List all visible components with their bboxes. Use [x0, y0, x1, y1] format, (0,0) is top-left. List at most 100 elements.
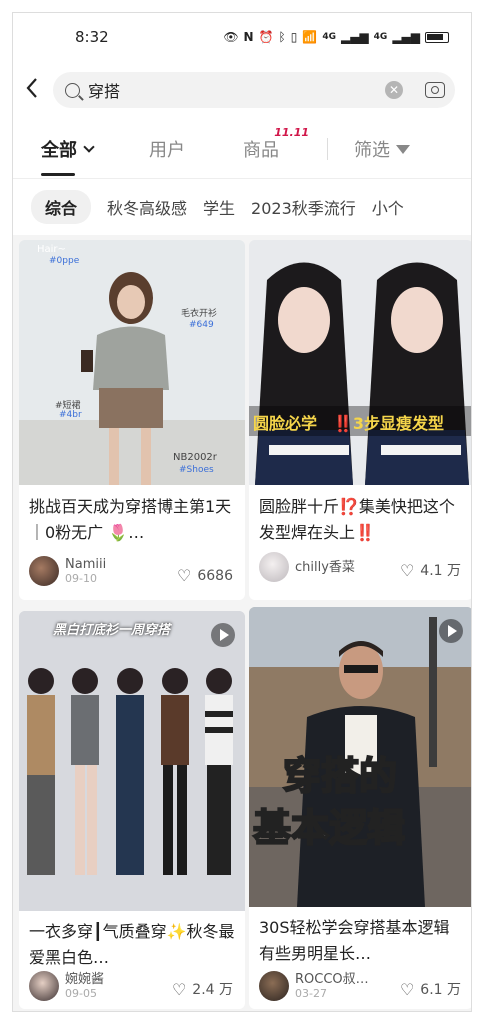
signal-bars-icon-2: ▂▄▆	[392, 30, 420, 44]
signal-icon-2: 4G	[373, 32, 388, 42]
heart-icon: ♡	[177, 566, 192, 585]
overlay-text: #649	[189, 320, 214, 330]
card-thumbnail: 穿搭的 基本逻辑	[249, 607, 471, 907]
chip-autumn-winter[interactable]: 秋冬高级感	[107, 195, 187, 219]
feed-card[interactable]: 穿搭的 基本逻辑 30S轻松学会穿搭基本逻辑 有些男明星长… ROCCO叔… 0…	[249, 607, 471, 1009]
card-title[interactable]: 30S轻松学会穿搭基本逻辑 有些男明星长…	[259, 915, 463, 967]
card-thumbnail: Hair~ #0ppe 毛衣开衫 #649 #短裙 #4br NB2002r #…	[19, 240, 245, 485]
outfit-photo	[19, 240, 245, 485]
card-author[interactable]: 婉婉酱 09-05	[29, 971, 104, 1001]
like-count-value: 6.1 万	[420, 982, 461, 998]
tabs-row: 全部 用户 商品 11.11 筛选	[13, 119, 471, 179]
signal-bars-icon: ▂▄▆	[340, 30, 369, 44]
wifi-icon: 📶	[302, 30, 318, 44]
search-row: 穿搭 ✕	[13, 61, 471, 119]
like-count[interactable]: ♡ 6686	[177, 566, 233, 585]
tab-goods[interactable]: 商品 11.11	[243, 126, 309, 162]
hairstyle-photo	[249, 240, 471, 485]
author-name: 婉婉酱	[65, 972, 105, 987]
author-name: chilly香菜	[295, 559, 355, 575]
chip-student[interactable]: 学生	[203, 195, 235, 219]
status-icons: 👁 N ⏰ ᛒ ▯ 📶 4G ▂▄▆ 4G ▂▄▆	[223, 30, 449, 44]
overlay-text: ‼️3步显瘦发型	[333, 414, 445, 433]
overlay-text: NB2002r	[173, 452, 217, 463]
author-name: ROCCO叔…	[295, 972, 369, 987]
status-time: 8:32	[75, 28, 109, 46]
tab-all-label: 全部	[41, 139, 77, 161]
heart-icon: ♡	[171, 979, 187, 999]
author-info: 婉婉酱 09-05	[65, 972, 104, 1000]
like-count[interactable]: ♡ 4.1 万	[400, 560, 461, 580]
card-thumbnail: 黑白打底衫一周穿搭	[19, 611, 245, 911]
camera-icon[interactable]	[425, 82, 445, 98]
like-count-value: 2.4 万	[192, 982, 233, 998]
back-button[interactable]	[25, 77, 53, 103]
outfit-photo	[19, 611, 245, 911]
author-info: ROCCO叔… 03-27	[295, 972, 369, 1000]
vibrate-icon: ▯	[290, 30, 298, 44]
author-name: Namiii	[65, 557, 107, 572]
avatar	[259, 971, 289, 1001]
back-arrow-icon	[26, 78, 37, 98]
overlay-text: 毛衣开衫	[181, 309, 218, 319]
heart-icon: ♡	[399, 560, 415, 580]
author-date: 09-05	[65, 987, 97, 1000]
feed-card[interactable]: 圆脸必学 ‼️3步显瘦发型 圆脸胖十斤⁉️集美快把这个发型焊在头上‼️ chil…	[249, 240, 471, 600]
heart-icon: ♡	[399, 979, 415, 999]
overlay-text: 黑白打底衫一周穿搭	[53, 623, 171, 638]
card-author[interactable]: chilly香菜	[259, 552, 355, 582]
card-author[interactable]: ROCCO叔… 03-27	[259, 971, 369, 1001]
play-icon	[211, 623, 235, 647]
overlay-text: Hair~	[37, 244, 66, 255]
chevron-down-icon	[83, 140, 95, 153]
overlay-text: 基本逻辑	[252, 805, 406, 851]
overlay-text: #Shoes	[179, 465, 214, 475]
tab-badge: 11.11	[274, 125, 309, 139]
like-count-value: 6686	[197, 567, 233, 584]
chip-comprehensive[interactable]: 综合	[31, 190, 92, 224]
overlay-text: 穿搭的	[282, 753, 398, 799]
card-title[interactable]: 圆脸胖十斤⁉️集美快把这个发型焊在头上‼️	[259, 494, 463, 546]
like-count-value: 4.1 万	[420, 563, 461, 579]
filter-icon	[396, 145, 410, 154]
overlay-text: 圆脸必学	[253, 414, 318, 433]
card-title[interactable]: 挑战百天成为穿搭博主第1天｜0粉无广 🌷…	[29, 494, 235, 546]
play-icon	[439, 619, 463, 643]
feed-grid: Hair~ #0ppe 毛衣开衫 #649 #短裙 #4br NB2002r #…	[13, 235, 471, 1011]
card-thumbnail: 圆脸必学 ‼️3步显瘦发型	[249, 240, 471, 485]
status-bar: 8:32 👁 N ⏰ ᛒ ▯ 📶 4G ▂▄▆ 4G ▂▄▆	[13, 13, 471, 61]
card-author[interactable]: Namiii 09-10	[29, 556, 106, 586]
alarm-icon: ⏰	[258, 30, 274, 44]
overlay-text: #0ppe	[49, 256, 80, 266]
search-icon	[65, 82, 80, 98]
bluetooth-icon: ᛒ	[278, 30, 286, 44]
like-count[interactable]: ♡ 6.1 万	[400, 979, 461, 999]
like-count[interactable]: ♡ 2.4 万	[172, 979, 233, 999]
eye-icon: 👁	[223, 30, 239, 44]
card-title[interactable]: 一衣多穿┃气质叠穿✨秋冬最爱黑白色…	[29, 919, 235, 971]
feed-card[interactable]: 黑白打底衫一周穿搭 一衣多穿┃气质叠穿✨秋冬最爱黑白色… 婉婉酱 09-05 ♡…	[19, 611, 245, 1009]
tab-users[interactable]: 用户	[149, 136, 185, 162]
signal-icon: 4G	[322, 32, 336, 42]
feed-card[interactable]: Hair~ #0ppe 毛衣开衫 #649 #短裙 #4br NB2002r #…	[19, 240, 245, 600]
author-date: 03-27	[295, 987, 327, 1000]
avatar	[259, 552, 289, 582]
author-date: 09-10	[65, 572, 97, 585]
overlay-text: #4br	[59, 410, 82, 420]
battery-icon	[425, 31, 449, 43]
search-input[interactable]: 穿搭	[88, 78, 377, 102]
nfc-icon: N	[243, 30, 254, 44]
tab-all[interactable]: 全部	[41, 136, 95, 176]
clear-icon[interactable]: ✕	[385, 81, 403, 99]
tab-filter[interactable]: 筛选	[354, 136, 410, 162]
tab-divider	[327, 137, 328, 160]
author-info: chilly香菜	[295, 560, 355, 575]
chip-petite[interactable]: 小个	[372, 195, 404, 219]
phone-screen: 8:32 👁 N ⏰ ᛒ ▯ 📶 4G ▂▄▆ 4G ▂▄▆ 穿搭 ✕ 全部 用…	[12, 12, 472, 1012]
tab-filter-label: 筛选	[354, 139, 390, 161]
search-box[interactable]: 穿搭 ✕	[53, 72, 455, 108]
chip-2023-autumn[interactable]: 2023秋季流行	[251, 195, 356, 219]
avatar	[29, 556, 59, 586]
chips-row: 综合 秋冬高级感 学生 2023秋季流行 小个	[13, 179, 471, 235]
tab-goods-label: 商品	[243, 139, 279, 161]
